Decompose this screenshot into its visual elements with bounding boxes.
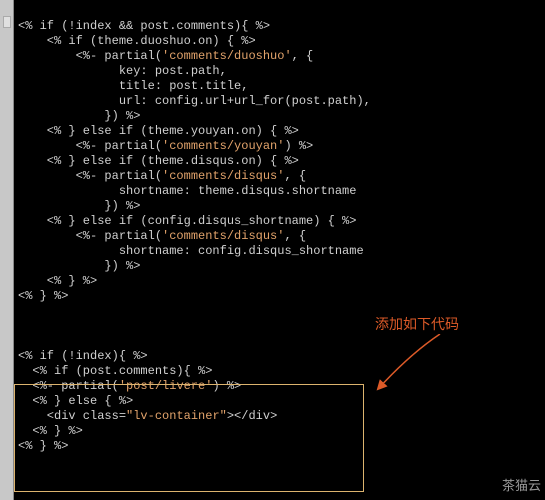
code-line: <% if (post.comments){ %> [18,364,212,378]
highlight-box [14,384,364,492]
code-line: <% } %> [18,274,97,288]
code-line: key: post.path, [18,64,227,78]
code-line: }) %> [18,109,140,123]
annotation-text: 添加如下代码 [375,314,459,334]
code-line: <%- partial('comments/youyan') %> [18,139,313,153]
code-line: }) %> [18,259,140,273]
code-line: title: post.title, [18,79,248,93]
code-line: <% } else if (theme.disqus.on) { %> [18,154,299,168]
editor-gutter [0,0,14,500]
gutter-marker [3,16,11,28]
code-line: <% } %> [18,289,68,303]
arrow-icon [370,334,470,394]
watermark-text: 茶猫云 [502,475,541,494]
code-line: }) %> [18,199,140,213]
code-line: <%- partial('comments/disqus', { [18,229,306,243]
code-line: shortname: theme.disqus.shortname [18,184,356,198]
code-line: <% if (!index && post.comments){ %> [18,19,270,33]
code-line: <% } else if (theme.youyan.on) { %> [18,124,299,138]
code-line: <%- partial('comments/duoshuo', { [18,49,313,63]
code-line: url: config.url+url_for(post.path), [18,94,371,108]
code-line: <% if (!index){ %> [18,349,148,363]
code-line: shortname: config.disqus_shortname [18,244,364,258]
code-line: <% } else if (config.disqus_shortname) {… [18,214,356,228]
code-line: <% if (theme.duoshuo.on) { %> [18,34,256,48]
code-line: <%- partial('comments/disqus', { [18,169,306,183]
